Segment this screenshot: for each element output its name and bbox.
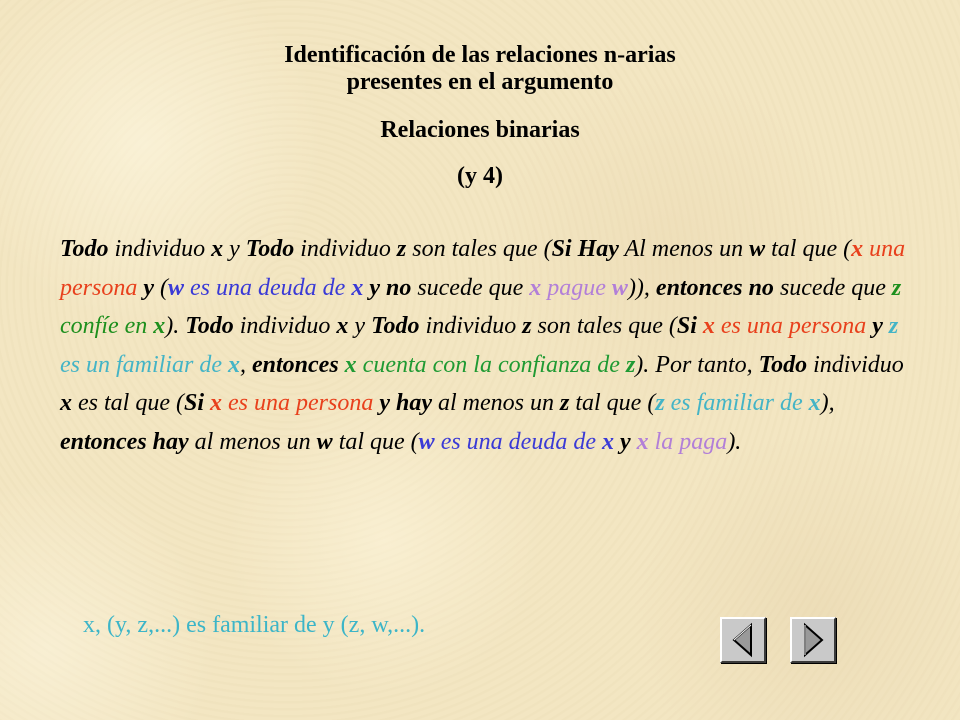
argument-text: Todo individuo x y Todo individuo z son … — [60, 230, 910, 462]
argument-segment: Al menos un — [618, 236, 750, 262]
argument-segment: individuo — [233, 313, 337, 340]
argument-segment: individuo — [807, 351, 904, 378]
previous-slide-button[interactable] — [720, 617, 766, 663]
argument-segment: x — [601, 428, 614, 455]
argument-segment: ), — [820, 390, 835, 417]
argument-segment: x — [529, 274, 542, 301]
argument-segment: tal que ( — [332, 428, 419, 455]
argument-segment: y hay — [379, 390, 432, 417]
argument-segment: Todo — [185, 313, 234, 340]
argument-segment: es familiar de — [664, 390, 809, 417]
next-slide-button[interactable] — [790, 617, 836, 663]
argument-segment: y no — [369, 274, 412, 301]
argument-segment: entonces hay — [60, 428, 189, 455]
argument-segment: z — [655, 390, 665, 417]
argument-segment: w — [749, 236, 766, 262]
argument-segment: w — [418, 428, 435, 455]
argument-segment: es tal que ( — [72, 390, 184, 417]
title-line-2: presentes en el argumento — [346, 69, 614, 95]
argument-segment: z — [559, 390, 570, 417]
argument-segment: x — [228, 351, 240, 378]
argument-segment: sucede que — [411, 274, 530, 301]
argument-segment: y — [143, 274, 154, 301]
argument-segment: x — [60, 390, 72, 417]
part-label: (y 4) — [457, 163, 503, 189]
argument-segment: y — [872, 313, 883, 340]
argument-segment: tal que ( — [765, 236, 852, 262]
argument-segment: y — [348, 313, 372, 340]
argument-segment: x — [636, 428, 649, 455]
argument-segment: z — [396, 236, 407, 262]
argument-segment: z — [625, 351, 636, 378]
argument-segment: ). — [727, 428, 742, 455]
argument-segment: al menos un — [188, 428, 317, 455]
argument-segment: x — [351, 274, 364, 301]
argument-segment: la paga — [648, 428, 728, 455]
triangle-right-icon — [804, 622, 824, 658]
argument-segment: w — [316, 428, 333, 455]
argument-segment: y — [619, 428, 631, 455]
argument-segment: cuenta con la confianza de — [356, 351, 626, 378]
argument-segment: al menos un — [431, 390, 560, 417]
argument-segment: x — [336, 313, 349, 340]
argument-segment: x — [808, 390, 821, 417]
argument-segment: Todo — [60, 236, 109, 262]
argument-segment: x — [702, 313, 715, 340]
argument-segment: Todo — [758, 351, 808, 378]
footnote-relation: x, (y, z,...) es familiar de y (z, w,...… — [83, 612, 426, 638]
argument-segment: z — [891, 274, 902, 301]
argument-segment: individuo — [108, 236, 212, 262]
argument-segment: son tales que ( — [406, 236, 552, 262]
section-subtitle: Relaciones binarias — [380, 117, 580, 143]
argument-segment: Si — [676, 313, 697, 340]
argument-segment: Si Hay — [551, 236, 619, 262]
argument-segment: z — [522, 313, 532, 340]
argument-segment: entonces — [252, 351, 339, 378]
argument-segment: x — [851, 236, 864, 262]
argument-segment: x — [210, 390, 222, 417]
argument-segment: son tales que ( — [531, 313, 677, 340]
argument-segment: Todo — [245, 236, 295, 262]
argument-segment: y — [223, 236, 246, 262]
argument-segment: x — [211, 236, 224, 262]
argument-segment: , — [240, 351, 252, 378]
argument-segment: )), — [627, 274, 656, 301]
argument-segment: ( — [154, 274, 168, 301]
argument-segment: confíe en — [60, 313, 154, 340]
argument-segment: es un familiar de — [60, 351, 228, 378]
argument-segment: es una deuda de — [184, 274, 352, 301]
argument-segment: pague — [541, 274, 612, 301]
argument-segment: entonces no — [655, 274, 774, 301]
argument-segment: es una deuda de — [434, 428, 602, 455]
argument-segment: x — [153, 313, 166, 340]
argument-segment: w — [611, 274, 628, 301]
argument-segment: w — [168, 274, 185, 301]
argument-segment: individuo — [419, 313, 523, 340]
argument-segment: es una persona — [222, 390, 380, 417]
argument-segment: x — [344, 351, 357, 378]
argument-segment: Todo — [371, 313, 420, 340]
argument-segment: tal que ( — [569, 390, 656, 417]
argument-segment: z — [888, 313, 899, 340]
title-line-1: Identificación de las relaciones n-arias — [284, 42, 676, 68]
argument-segment: es una persona — [714, 313, 873, 340]
argument-segment: ). Por tanto, — [635, 351, 759, 378]
argument-segment: ). — [165, 313, 186, 340]
triangle-left-icon — [732, 622, 752, 658]
argument-segment: individuo — [294, 236, 397, 262]
argument-segment: sucede que — [773, 274, 892, 301]
argument-segment: Si — [183, 390, 204, 417]
